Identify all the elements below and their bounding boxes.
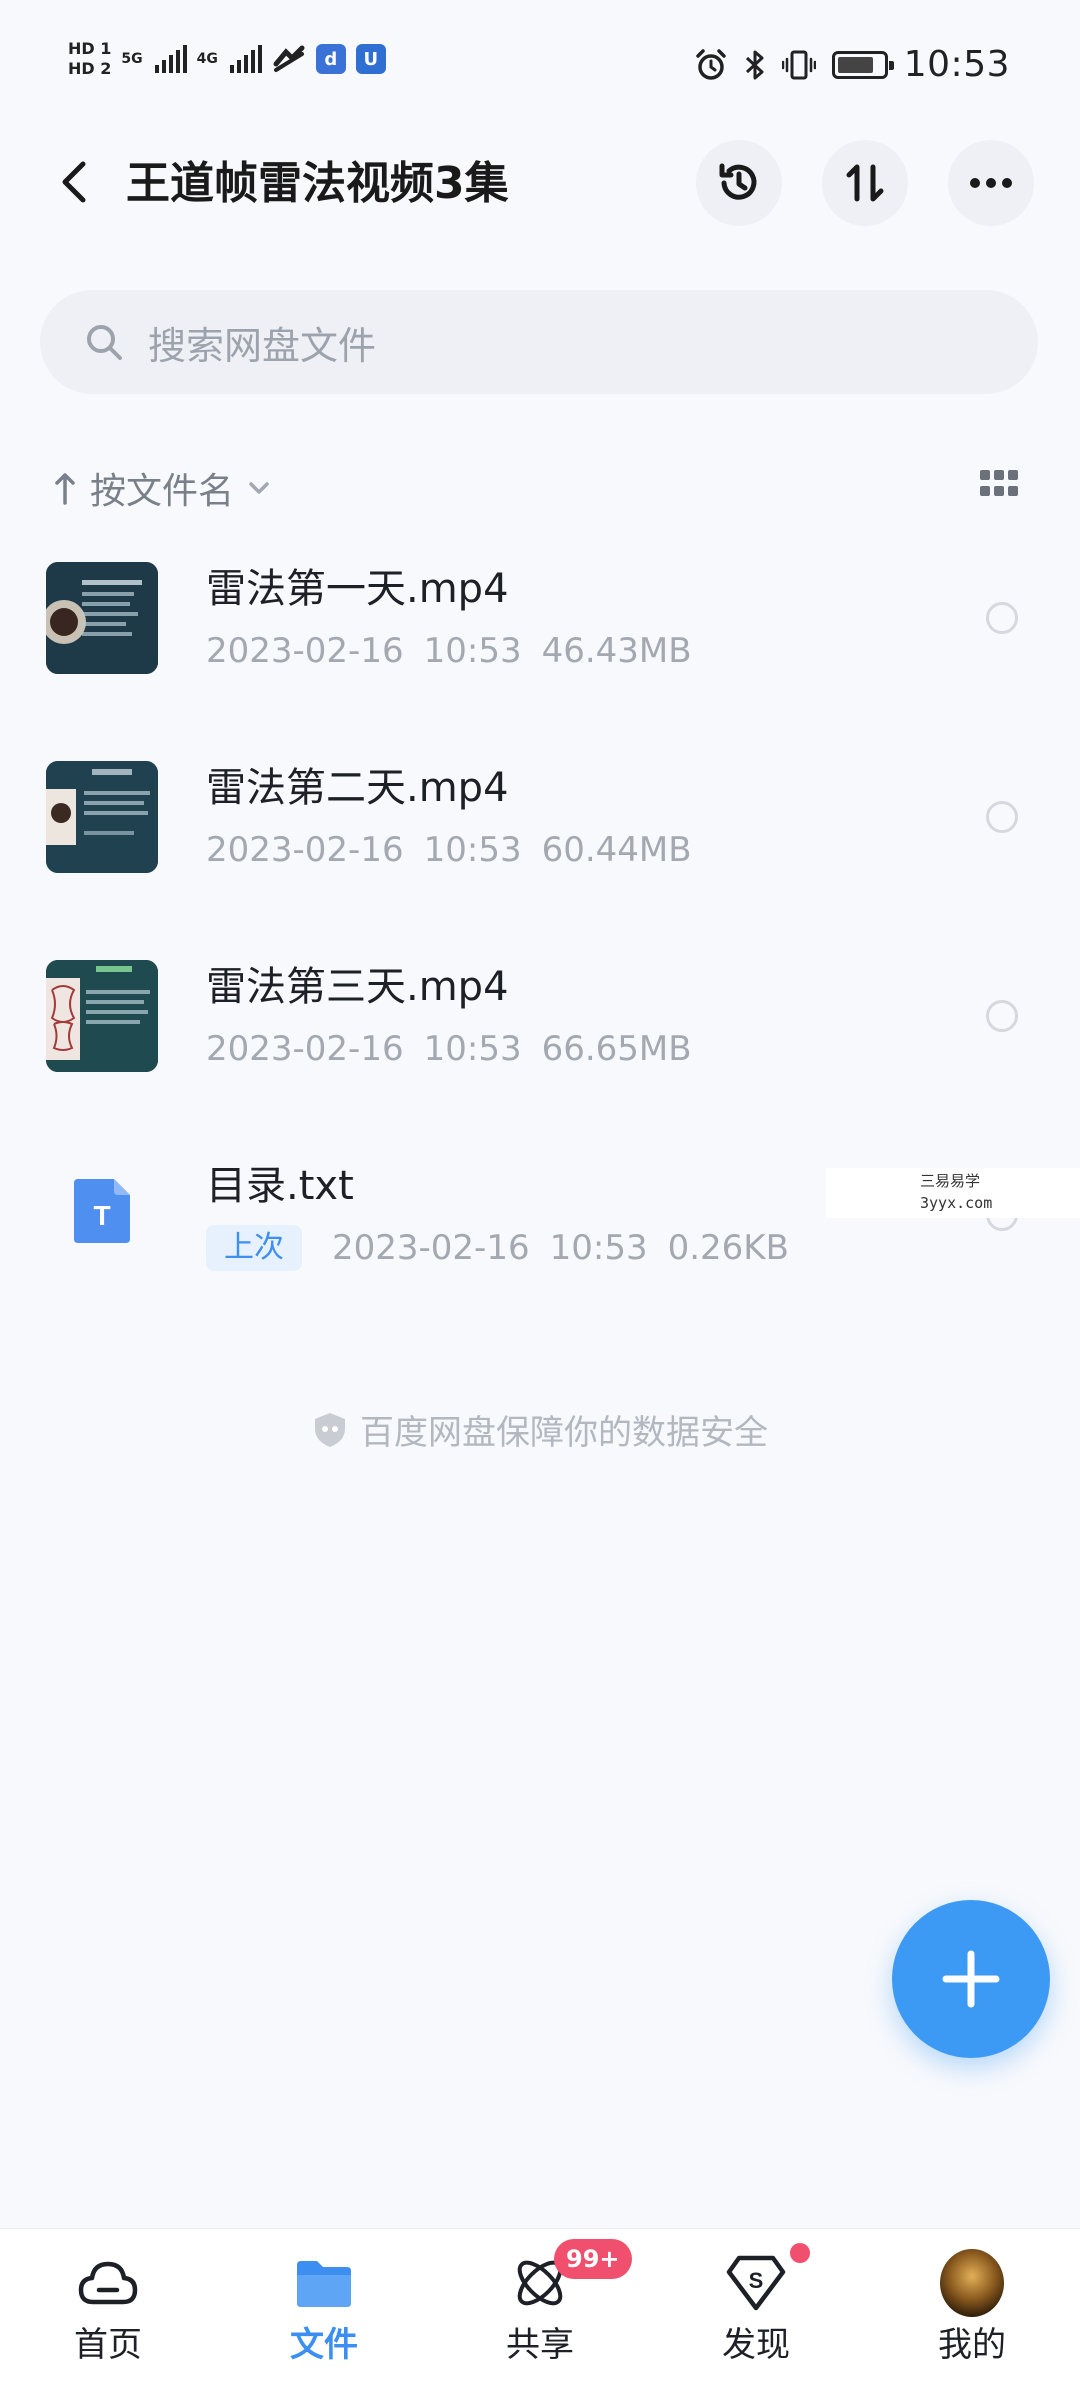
sort-bar: 按文件名 xyxy=(0,456,1080,516)
file-name: 雷法第二天.mp4 xyxy=(206,765,509,811)
watermark-line2: 3yyx.com xyxy=(920,1194,993,1212)
file-date: 2023-02-16 xyxy=(206,631,404,671)
file-name: 雷法第三天.mp4 xyxy=(206,964,509,1010)
history-button[interactable] xyxy=(696,140,782,226)
nav-discover[interactable]: S 发现 xyxy=(648,2229,864,2386)
link-app-icon xyxy=(273,45,305,72)
file-time: 10:53 xyxy=(423,1029,522,1069)
clock: 10:53 xyxy=(903,44,1010,85)
file-date: 2023-02-16 xyxy=(206,830,404,870)
file-row-txt[interactable]: T 目录.txt 上次 2023-02-16 10:53 0.26KB xyxy=(0,1137,1080,1336)
select-checkbox[interactable] xyxy=(986,801,1018,833)
security-notice: 百度网盘保障你的数据安全 xyxy=(0,1405,1080,1454)
status-bar: HD 1 HD 2 5G 4G d U 10:53 xyxy=(0,0,1080,130)
transfer-button[interactable] xyxy=(822,140,908,226)
upload-download-icon xyxy=(846,164,884,202)
video-thumbnail xyxy=(46,761,158,873)
network-5g-label: 5G xyxy=(121,51,143,67)
file-row-video-3[interactable]: 雷法第三天.mp4 2023-02-16 10:53 66.65MB xyxy=(0,938,1080,1137)
nav-label: 我的 xyxy=(938,2325,1006,2365)
security-text: 百度网盘保障你的数据安全 xyxy=(360,1413,768,1453)
file-size: 0.26KB xyxy=(667,1228,789,1268)
file-date: 2023-02-16 xyxy=(206,1029,404,1069)
file-size: 46.43MB xyxy=(541,631,692,671)
avatar xyxy=(940,2249,1004,2317)
svg-text:T: T xyxy=(93,1200,110,1231)
chevron-down-icon xyxy=(249,482,269,494)
nav-home[interactable]: 首页 xyxy=(0,2229,216,2386)
more-options-button[interactable] xyxy=(948,140,1034,226)
chevron-left-icon xyxy=(62,161,86,203)
file-meta: 上次 2023-02-16 10:53 0.26KB xyxy=(206,1225,789,1271)
file-time: 10:53 xyxy=(549,1228,648,1268)
more-dots-icon xyxy=(970,178,1012,188)
signal-bars-2-icon xyxy=(229,45,262,73)
select-checkbox[interactable] xyxy=(986,602,1018,634)
top-app-bar: 王道帧雷法视频3集 xyxy=(0,130,1080,240)
back-button[interactable] xyxy=(44,152,104,212)
status-right: 10:53 xyxy=(694,44,1010,85)
select-checkbox[interactable] xyxy=(986,1000,1018,1032)
video-thumbnail xyxy=(46,562,158,674)
nav-files[interactable]: 文件 xyxy=(216,2229,432,2386)
last-opened-badge: 上次 xyxy=(206,1225,302,1271)
file-browser-screen: HD 1 HD 2 5G 4G d U 10:53 王道帧雷法视频3集 搜索网盘… xyxy=(0,0,1080,2386)
video-thumbnail xyxy=(46,960,158,1072)
file-row-video-1[interactable]: 雷法第一天.mp4 2023-02-16 10:53 46.43MB xyxy=(0,540,1080,739)
app-notification-icon: d xyxy=(315,44,346,74)
file-meta: 2023-02-16 10:53 66.65MB xyxy=(206,1026,692,1072)
folder-icon xyxy=(292,2251,356,2315)
grid-view-icon[interactable] xyxy=(980,470,1018,500)
file-name: 目录.txt xyxy=(206,1163,354,1209)
page-title: 王道帧雷法视频3集 xyxy=(126,158,509,209)
hd-indicators: HD 1 HD 2 xyxy=(68,40,111,78)
nav-label: 共享 xyxy=(506,2325,574,2365)
u-app-notification-icon: U xyxy=(355,44,386,74)
cloud-icon xyxy=(76,2251,140,2315)
svg-text:S: S xyxy=(749,2268,764,2293)
file-size: 60.44MB xyxy=(541,830,692,870)
watermark-line1: 三易易学 xyxy=(920,1172,981,1190)
hd1-indicator: HD 1 xyxy=(68,39,112,58)
plus-icon xyxy=(942,1950,1000,2008)
arrow-up-icon xyxy=(55,473,75,505)
file-meta: 2023-02-16 10:53 60.44MB xyxy=(206,827,692,873)
search-placeholder: 搜索网盘文件 xyxy=(148,323,377,368)
sort-by-name-button[interactable]: 按文件名 xyxy=(54,462,270,514)
alarm-icon xyxy=(696,48,726,80)
file-meta: 2023-02-16 10:53 46.43MB xyxy=(206,628,692,674)
signal-bars-icon xyxy=(154,45,187,73)
watermark: 三易易学 3yyx.com xyxy=(826,1168,1080,1218)
file-name: 雷法第一天.mp4 xyxy=(206,566,509,612)
nav-label: 发现 xyxy=(722,2325,790,2365)
history-icon xyxy=(719,163,757,200)
file-time: 10:53 xyxy=(423,830,522,870)
file-size: 66.65MB xyxy=(541,1029,692,1069)
discover-icon: S xyxy=(724,2251,788,2315)
file-date: 2023-02-16 xyxy=(332,1228,530,1268)
sort-label: 按文件名 xyxy=(90,471,235,512)
nav-label: 文件 xyxy=(290,2325,358,2365)
text-file-icon: T xyxy=(74,1179,130,1243)
bottom-navigation: 首页 文件 99+ 共享 S 发现 我的 xyxy=(0,2228,1080,2386)
search-input[interactable]: 搜索网盘文件 xyxy=(40,290,1038,394)
discover-notification-dot xyxy=(790,2243,810,2263)
nav-share[interactable]: 99+ 共享 xyxy=(432,2229,648,2386)
add-fab-button[interactable] xyxy=(892,1900,1050,2058)
vibrate-icon xyxy=(781,50,816,79)
status-left: HD 1 HD 2 5G 4G d U xyxy=(68,40,386,78)
nav-label: 首页 xyxy=(74,2325,142,2365)
shield-icon xyxy=(315,1412,345,1447)
hd2-indicator: HD 2 xyxy=(68,59,112,78)
bluetooth-icon xyxy=(745,50,764,79)
file-row-video-2[interactable]: 雷法第二天.mp4 2023-02-16 10:53 60.44MB xyxy=(0,739,1080,938)
network-4g-label: 4G xyxy=(196,51,218,67)
file-time: 10:53 xyxy=(423,631,522,671)
search-icon xyxy=(87,325,122,360)
share-count-badge: 99+ xyxy=(554,2239,632,2279)
nav-profile[interactable]: 我的 xyxy=(864,2229,1080,2386)
battery-icon xyxy=(831,50,894,79)
